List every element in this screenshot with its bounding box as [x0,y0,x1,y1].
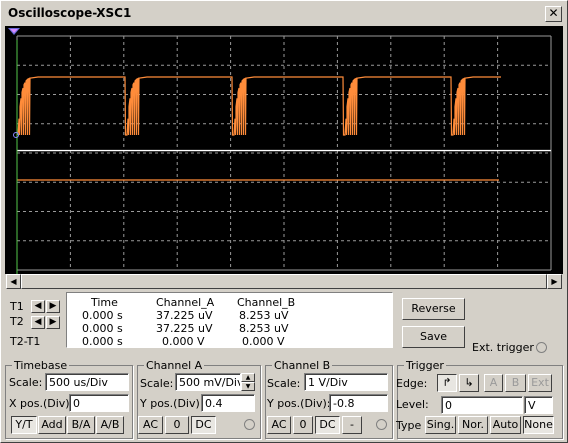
channel-a-scale-down-icon[interactable]: ▼ [241,382,255,391]
mode-ab-button[interactable]: A/B [96,416,124,434]
channel-a-title: Channel A [144,359,205,372]
channel-b-ypos-label: Y pos.(Div): [267,397,331,410]
ext-trigger-terminal[interactable] [536,342,547,353]
t2-right-arrow-icon[interactable]: ▶ [46,316,60,329]
channel-a-scale-label: Scale: [140,377,174,390]
trigger-none-button[interactable]: None [523,416,554,434]
measurement-readout: Time Channel_A Channel_B 0.000 s 37.225 … [66,292,393,348]
trigger-type-label: Type [396,419,422,432]
channel-b-scale-label: Scale: [267,377,301,390]
trigger-level-field[interactable]: 0 [441,396,523,414]
channel-a-trace [17,76,501,136]
trigger-title: Trigger [404,359,446,372]
trigger-level-unit[interactable]: V [524,396,553,414]
t2-time: 0.000 s [82,322,123,335]
t1-label: T1 [10,300,24,313]
oscilloscope-window: Oscilloscope-XSC1 ✕ ◀ ▶ T1 T2 T2-T1 ◀ ▶ … [0,0,568,443]
t2-channel-a: 37.225 uV [156,322,213,335]
channel-b-scale-field[interactable]: 1 V/Div [304,373,388,391]
falling-edge-icon[interactable]: ↳ [459,374,479,392]
mode-add-button[interactable]: Add [38,416,66,434]
close-button[interactable]: ✕ [545,6,562,22]
readout-header-time: Time [91,296,118,309]
mode-yt-button[interactable]: Y/T [11,416,37,434]
trigger-source-ext-button[interactable]: Ext [528,374,552,392]
timebase-xpos-label: X pos.(Div): [9,397,74,410]
screen-grid [16,35,552,271]
channel-b-invert-button[interactable]: - [342,416,362,434]
t2-t1-label: T2-T1 [10,335,41,348]
timebase-xpos-field[interactable]: 0 [69,394,129,412]
t2-t1-channel-b: 0.000 V [242,335,285,348]
channel-a-scale-field[interactable]: 500 mV/Div [175,373,241,391]
oscilloscope-screen [5,26,563,274]
save-button[interactable]: Save [402,326,465,348]
channel-a-zero-button[interactable]: 0 [165,416,189,434]
readout-header-channel-b: Channel_B [237,296,296,309]
trigger-single-button[interactable]: Sing. [425,416,456,434]
t2-t1-time: 0.000 s [82,335,123,348]
t1-left-arrow-icon[interactable]: ◀ [31,300,45,313]
trigger-normal-button[interactable]: Nor. [458,416,488,434]
timebase-title: Timebase [12,359,70,372]
waveform-display [8,28,552,274]
channel-a-dc-button[interactable]: DC [191,416,216,434]
channel-a-terminal[interactable] [244,419,255,430]
trigger-source-b-button[interactable]: B [505,374,526,392]
channel-b-dc-button[interactable]: DC [315,416,340,434]
title-bar[interactable]: Oscilloscope-XSC1 ✕ [3,3,565,25]
channel-a-ypos-label: Y pos.(Div): [140,397,204,410]
t1-channel-a: 37.225 uV [156,309,213,322]
horizontal-scrollbar[interactable]: ◀ ▶ [6,274,562,289]
channel-b-zero-button[interactable]: 0 [293,416,313,434]
channel-a-ac-button[interactable]: AC [138,416,163,434]
t1-time: 0.000 s [82,309,123,322]
rising-edge-icon[interactable]: ↱ [437,374,457,392]
channel-b-ac-button[interactable]: AC [267,416,291,434]
trigger-auto-button[interactable]: Auto [490,416,521,434]
scroll-thumb[interactable] [21,274,547,289]
mode-ba-button[interactable]: B/A [67,416,95,434]
channel-b-terminal[interactable] [376,419,387,430]
window-title: Oscilloscope-XSC1 [8,6,132,20]
channel-a-ypos-field[interactable]: 0.4 [201,394,255,412]
trigger-edge-label: Edge: [396,377,428,390]
reverse-button[interactable]: Reverse [402,298,465,320]
t2-label: T2 [10,315,24,328]
t2-t1-channel-a: 0.000 V [162,335,205,348]
ext-trigger-label: Ext. trigger [472,341,534,354]
t2-channel-b: 8.253 uV [239,322,289,335]
scroll-right-button[interactable]: ▶ [547,274,562,289]
scroll-left-button[interactable]: ◀ [6,274,21,289]
t1-channel-b: 8.253 uV [239,309,289,322]
channel-a-scale-up-icon[interactable]: ▲ [241,373,255,382]
channel-b-ypos-field[interactable]: -0.8 [329,394,388,412]
channel-b-title: Channel B [272,359,333,372]
timebase-scale-field[interactable]: 500 us/Div [45,373,129,391]
channel-a-position-marker[interactable] [13,132,19,138]
t2-left-arrow-icon[interactable]: ◀ [31,316,45,329]
trigger-source-a-button[interactable]: A [484,374,503,392]
trigger-level-label: Level: [396,398,429,411]
t1-right-arrow-icon[interactable]: ▶ [46,300,60,313]
timebase-scale-label: Scale: [9,376,43,389]
readout-header-channel-a: Channel_A [156,296,215,309]
